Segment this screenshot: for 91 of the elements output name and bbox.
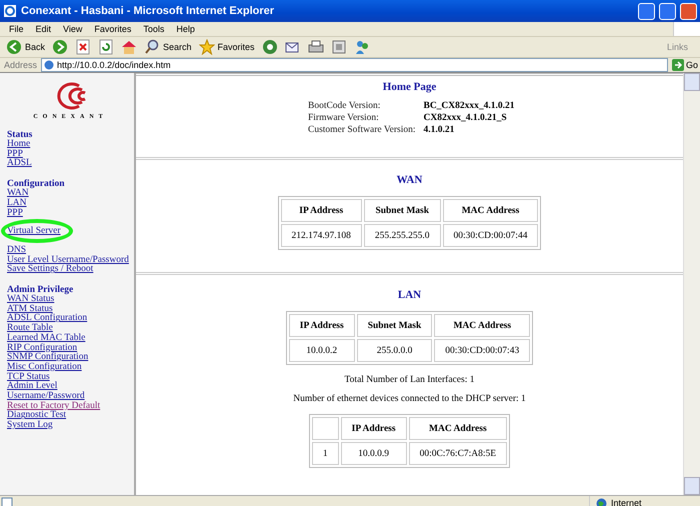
menu-item[interactable]: Help (170, 24, 201, 34)
table-cell: 00:30:CD:00:07:43 (434, 339, 530, 362)
info-text: Total Number of Lan Interfaces: 1 (344, 375, 474, 385)
section-heading: Admin Privilege (7, 285, 74, 296)
menu-item[interactable]: View (57, 24, 88, 34)
sidebar-link[interactable]: TCP Status (7, 372, 134, 382)
table-cell: 212.174.97.108 (280, 224, 362, 247)
sidebar-link[interactable]: System Log (7, 421, 134, 431)
minimize-button[interactable] (638, 2, 655, 20)
address-label: Address (4, 60, 38, 70)
page-title: Home Page (382, 81, 436, 93)
sidebar-link[interactable]: Save Settings / Reboot (7, 265, 134, 276)
toolbar-button[interactable]: Search (142, 39, 194, 55)
table-cell: 10.0.0.2 (288, 339, 355, 362)
close-button[interactable] (680, 2, 697, 20)
globe-icon (596, 498, 607, 506)
window-title: Conexant - Hasbani - Microsoft Internet Explorer (21, 5, 276, 17)
toolbar-button[interactable]: Favorites (196, 39, 257, 55)
table-cell: 00:0C:76:C7:A8:5E (408, 442, 508, 465)
search-icon (144, 39, 160, 55)
favorites-icon (198, 39, 215, 55)
section-heading: Configuration (7, 179, 66, 190)
sidebar-link[interactable]: SNMP Configuration (7, 353, 134, 363)
menu-item[interactable]: Tools (137, 24, 170, 34)
sidebar-link[interactable]: ADSL Configuration (7, 314, 134, 324)
sidebar-link[interactable]: WAN (7, 189, 134, 199)
version-label: BootCode Version: (308, 101, 382, 111)
go-button[interactable]: Go (672, 59, 698, 71)
sidebar-link[interactable]: User Level Username/Password (7, 256, 134, 266)
menu-item[interactable]: Favorites (88, 24, 138, 34)
section-title: LAN (398, 289, 422, 301)
page-icon (0, 497, 14, 506)
sidebar-link[interactable]: Misc Configuration (7, 362, 134, 373)
table-cell: 255.0.0.0 (356, 339, 432, 362)
version-label: Firmware Version: (308, 113, 380, 123)
column-header: IP Address (288, 314, 355, 337)
version-value: 4.1.0.21 (423, 125, 456, 135)
sidebar-link[interactable]: WAN Status (7, 295, 134, 305)
section-title: WAN (396, 174, 422, 186)
menu-item[interactable]: Edit (30, 24, 58, 34)
sidebar-link[interactable]: LAN (7, 198, 134, 209)
table-cell: 10.0.0.9 (340, 442, 407, 465)
version-label: Customer Software Version: (308, 125, 416, 135)
column-header: IP Address (340, 417, 407, 440)
sidebar-link[interactable]: PPP (7, 208, 134, 218)
back-icon (6, 39, 22, 55)
column-header: MAC Address (408, 417, 508, 440)
column-header: Subnet Mask (364, 199, 441, 222)
column-header: IP Address (280, 199, 362, 222)
messenger-icon (354, 39, 370, 55)
arrow-icon (672, 59, 684, 71)
maximize-button[interactable] (659, 2, 676, 20)
table-cell: 1 (312, 442, 339, 465)
sidebar-link[interactable]: Home (7, 140, 134, 150)
version-value: BC_CX82xxx_4.1.0.21 (423, 101, 515, 111)
toolbar-button[interactable]: Back (4, 39, 48, 55)
forward-icon (52, 39, 68, 55)
scrollbar[interactable] (683, 73, 700, 495)
menu-item[interactable]: File (3, 24, 30, 34)
home-icon (121, 39, 138, 55)
sidebar-link[interactable]: Route Table (7, 324, 134, 334)
sidebar-link[interactable]: RIP Configuration (7, 344, 134, 354)
sidebar-link[interactable]: Admin Level (7, 382, 134, 392)
sidebar-link[interactable]: Diagnostic Test (7, 411, 134, 422)
address-field[interactable]: http://10.0.0.2/doc/index.htm (41, 58, 668, 72)
column-header (312, 417, 339, 440)
browser-icon (3, 4, 17, 18)
column-header: Subnet Mask (356, 314, 432, 337)
edit-icon (330, 39, 347, 55)
sidebar-link[interactable]: PPP (7, 150, 134, 160)
print-icon (308, 39, 324, 55)
sidebar-link[interactable]: DNS (7, 246, 134, 256)
sidebar-link[interactable]: ATM Status (7, 304, 134, 314)
sidebar-link[interactable]: Learned MAC Table (7, 334, 134, 344)
table-cell: 255.255.255.0 (364, 224, 441, 247)
stop-icon (75, 39, 92, 55)
section-heading: Status (7, 130, 34, 140)
page-icon (44, 60, 54, 70)
sidebar-link[interactable]: Username/Password (7, 392, 134, 402)
sidebar-link[interactable]: ADSL (7, 159, 134, 170)
sidebar-link[interactable]: Reset to Factory Default (7, 402, 134, 412)
toolbar-button[interactable] (306, 39, 326, 55)
info-text: Number of ethernet devices connected to the DHCP server: 1 (293, 394, 526, 404)
refresh-icon (98, 39, 114, 55)
zone-label: Internet (611, 498, 642, 506)
version-value: CX82xxx_4.1.0.21_S (423, 113, 508, 123)
column-header: MAC Address (434, 314, 530, 337)
table-cell: 00:30:CD:00:07:44 (442, 224, 538, 247)
media-icon (262, 39, 278, 55)
sidebar-link[interactable]: Virtual Server (7, 227, 134, 237)
column-header: MAC Address (442, 199, 538, 222)
